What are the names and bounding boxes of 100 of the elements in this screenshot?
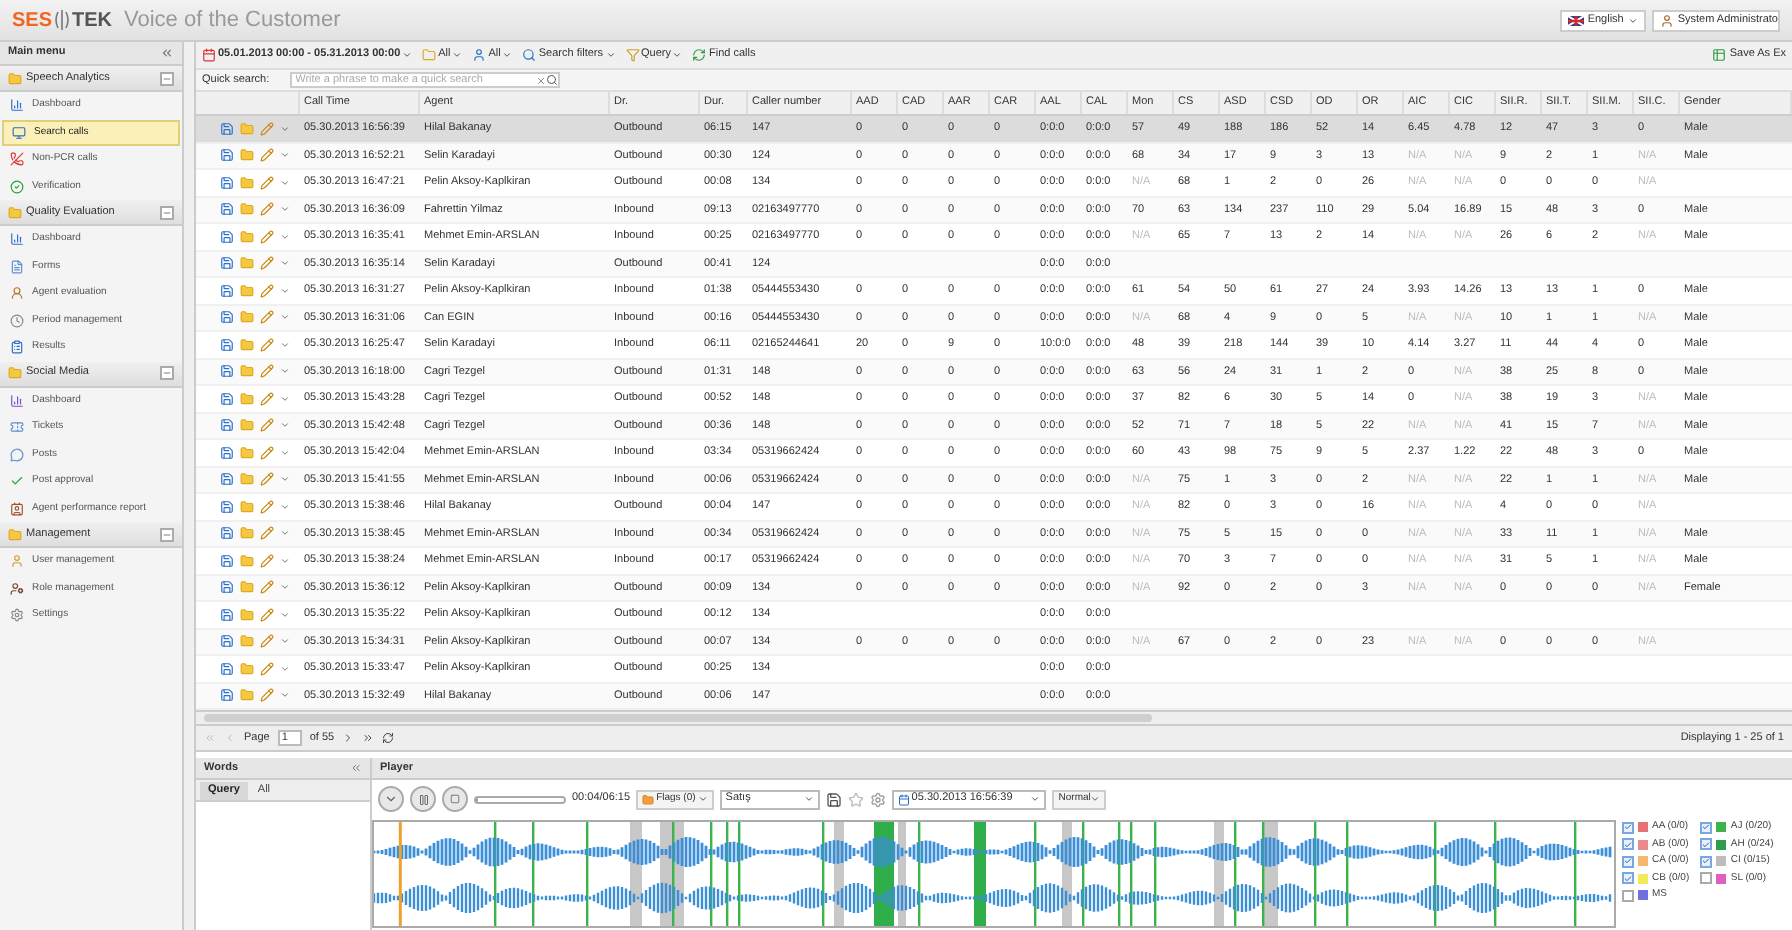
folder-icon[interactable] bbox=[240, 364, 254, 379]
collapse-icon[interactable] bbox=[160, 46, 174, 60]
save-icon[interactable] bbox=[220, 472, 234, 487]
save-icon[interactable] bbox=[220, 364, 234, 379]
legend-checkbox[interactable] bbox=[1700, 821, 1713, 834]
next-page-icon[interactable] bbox=[342, 732, 355, 744]
pencil-icon[interactable] bbox=[260, 472, 274, 487]
dropdown-button[interactable] bbox=[378, 786, 404, 812]
save-icon[interactable] bbox=[220, 202, 234, 217]
caret-icon[interactable] bbox=[280, 150, 290, 161]
folder-icon[interactable] bbox=[240, 337, 254, 352]
save-icon[interactable] bbox=[220, 526, 234, 541]
legend-checkbox[interactable] bbox=[1622, 872, 1634, 885]
pencil-icon[interactable] bbox=[260, 418, 274, 433]
pencil-icon[interactable] bbox=[260, 175, 274, 190]
pencil-icon[interactable] bbox=[260, 607, 274, 622]
save-icon[interactable] bbox=[220, 256, 234, 271]
legend-checkbox[interactable] bbox=[1700, 872, 1713, 885]
caret-icon[interactable] bbox=[280, 312, 290, 323]
legend-checkbox[interactable] bbox=[1622, 855, 1634, 868]
caret-icon[interactable] bbox=[280, 609, 290, 620]
save-icon[interactable] bbox=[220, 148, 234, 163]
caret-icon[interactable] bbox=[280, 231, 290, 242]
save-icon[interactable] bbox=[825, 791, 842, 807]
pencil-icon[interactable] bbox=[260, 553, 274, 568]
folder-icon[interactable] bbox=[240, 472, 254, 487]
star-icon[interactable] bbox=[847, 791, 864, 807]
save-icon[interactable] bbox=[220, 580, 234, 595]
waveform-drawing[interactable] bbox=[374, 822, 1614, 926]
pencil-icon[interactable] bbox=[260, 229, 274, 244]
settings-icon[interactable] bbox=[869, 791, 886, 807]
caret-icon[interactable] bbox=[280, 258, 290, 269]
legend-checkbox[interactable] bbox=[1622, 821, 1634, 834]
folder-icon[interactable] bbox=[240, 391, 254, 406]
save-icon[interactable] bbox=[220, 337, 234, 352]
collapse-icon[interactable] bbox=[160, 71, 174, 85]
pencil-icon[interactable] bbox=[260, 634, 274, 649]
folder-icon[interactable] bbox=[240, 418, 254, 433]
pencil-icon[interactable] bbox=[260, 310, 274, 325]
folder-icon[interactable] bbox=[240, 175, 254, 190]
caret-icon[interactable] bbox=[280, 663, 290, 674]
save-icon[interactable] bbox=[220, 499, 234, 514]
folder-icon[interactable] bbox=[240, 499, 254, 514]
folder-icon[interactable] bbox=[240, 256, 254, 271]
folder-icon[interactable] bbox=[240, 580, 254, 595]
save-icon[interactable] bbox=[220, 175, 234, 190]
folder-icon[interactable] bbox=[240, 526, 254, 541]
pencil-icon[interactable] bbox=[260, 364, 274, 379]
collapse-icon[interactable] bbox=[160, 527, 174, 541]
folder-icon[interactable] bbox=[240, 202, 254, 217]
collapse-icon[interactable] bbox=[350, 762, 362, 774]
caret-icon[interactable] bbox=[280, 690, 290, 701]
legend-checkbox[interactable] bbox=[1700, 838, 1713, 851]
pencil-icon[interactable] bbox=[260, 121, 274, 136]
pencil-icon[interactable] bbox=[260, 445, 274, 460]
caret-icon[interactable] bbox=[280, 393, 290, 404]
caret-icon[interactable] bbox=[280, 555, 290, 566]
first-page-icon[interactable] bbox=[204, 732, 216, 744]
refresh-icon[interactable] bbox=[382, 732, 395, 744]
folder-icon[interactable] bbox=[240, 121, 254, 136]
caret-icon[interactable] bbox=[280, 204, 290, 215]
save-icon[interactable] bbox=[220, 553, 234, 568]
pencil-icon[interactable] bbox=[260, 256, 274, 271]
caret-icon[interactable] bbox=[280, 528, 290, 539]
pencil-icon[interactable] bbox=[260, 148, 274, 163]
pencil-icon[interactable] bbox=[260, 391, 274, 406]
pencil-icon[interactable] bbox=[260, 202, 274, 217]
collapse-icon[interactable] bbox=[160, 205, 174, 219]
search-icon[interactable] bbox=[545, 74, 558, 86]
save-icon[interactable] bbox=[220, 661, 234, 676]
caret-icon[interactable] bbox=[280, 636, 290, 647]
horizontal-scrollbar[interactable] bbox=[196, 710, 1792, 726]
folder-icon[interactable] bbox=[240, 310, 254, 325]
save-icon[interactable] bbox=[220, 607, 234, 622]
save-icon[interactable] bbox=[220, 418, 234, 433]
save-icon[interactable] bbox=[220, 229, 234, 244]
save-icon[interactable] bbox=[220, 391, 234, 406]
folder-icon[interactable] bbox=[240, 553, 254, 568]
pencil-icon[interactable] bbox=[260, 688, 274, 703]
caret-icon[interactable] bbox=[280, 474, 290, 485]
pencil-icon[interactable] bbox=[260, 337, 274, 352]
save-icon[interactable] bbox=[220, 121, 234, 136]
legend-checkbox[interactable] bbox=[1622, 889, 1634, 902]
progress-slider[interactable] bbox=[474, 795, 566, 803]
caret-icon[interactable] bbox=[280, 582, 290, 593]
folder-icon[interactable] bbox=[240, 445, 254, 460]
caret-icon[interactable] bbox=[280, 420, 290, 431]
pause-button[interactable] bbox=[410, 786, 436, 812]
folder-icon[interactable] bbox=[240, 688, 254, 703]
folder-icon[interactable] bbox=[240, 661, 254, 676]
legend-checkbox[interactable] bbox=[1622, 838, 1634, 851]
pencil-icon[interactable] bbox=[260, 283, 274, 298]
save-icon[interactable] bbox=[220, 634, 234, 649]
caret-icon[interactable] bbox=[280, 177, 290, 188]
caret-icon[interactable] bbox=[280, 123, 290, 134]
folder-icon[interactable] bbox=[240, 148, 254, 163]
caret-icon[interactable] bbox=[280, 339, 290, 350]
collapse-icon[interactable] bbox=[160, 366, 174, 380]
folder-icon[interactable] bbox=[240, 283, 254, 298]
caret-icon[interactable] bbox=[280, 366, 290, 377]
